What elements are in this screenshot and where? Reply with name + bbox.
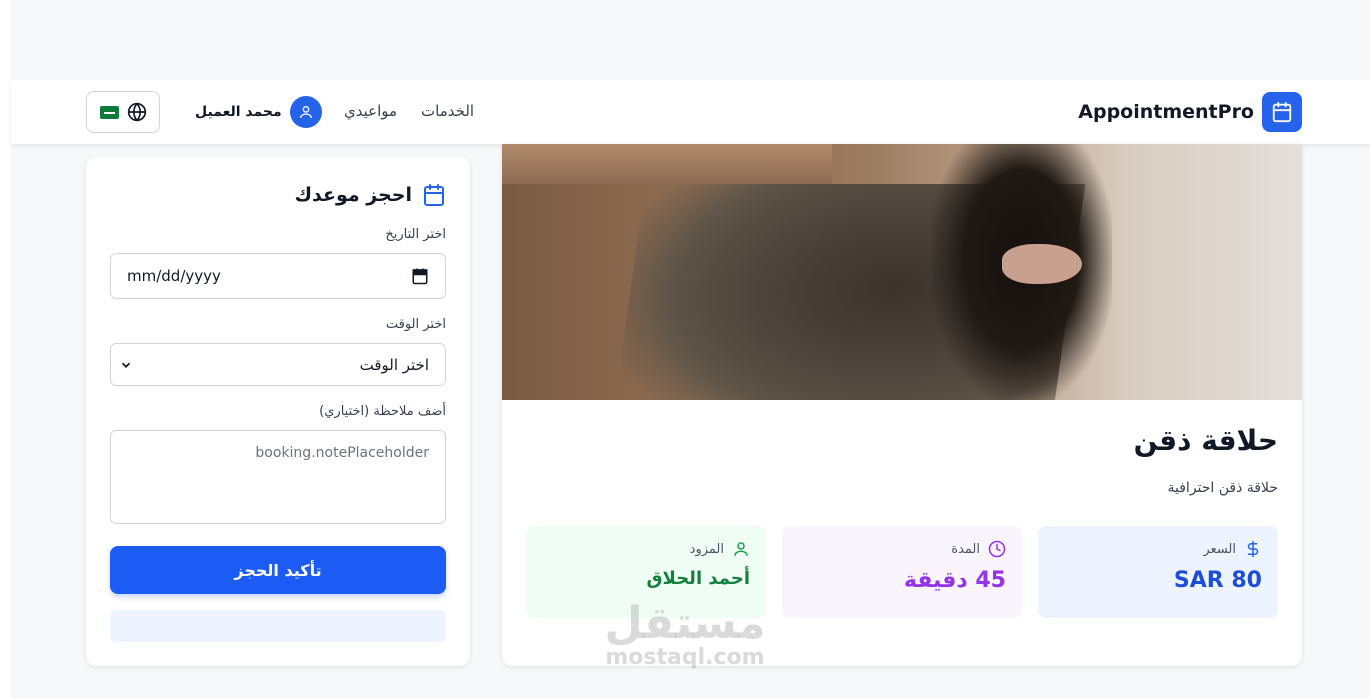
- note-textarea[interactable]: booking.notePlaceholder: [110, 430, 446, 524]
- price-label: السعر: [1203, 541, 1236, 557]
- clock-icon: [988, 540, 1006, 558]
- service-card: حلاقة ذقن حلاقة ذقن احترافية السعر SAR 8…: [502, 144, 1302, 666]
- dollar-icon: [1247, 540, 1259, 558]
- confirm-booking-button[interactable]: تأكيد الحجز: [110, 546, 446, 594]
- service-description: حلاقة ذقن احترافية: [1167, 480, 1279, 496]
- provider-value: أحمد الحلاق: [646, 568, 750, 589]
- service-image: [502, 144, 1302, 400]
- time-label: اختر الوقت: [385, 317, 446, 332]
- price-value: SAR 80: [1173, 568, 1262, 593]
- service-title: حلاقة ذقن: [1133, 424, 1278, 457]
- brand-name: AppointmentPro: [1078, 101, 1254, 123]
- top-navbar: AppointmentPro الخدمات مواعيدي محمد العم…: [11, 80, 1370, 144]
- user-menu[interactable]: محمد العميل: [195, 96, 322, 128]
- mostaql-watermark: مستقل mostaql.com: [604, 598, 766, 670]
- calendar-icon: [424, 184, 444, 206]
- duration-label: المدة: [951, 541, 980, 557]
- booking-header: احجز موعدك: [295, 183, 446, 207]
- nav-my-appointments[interactable]: مواعيدي: [344, 102, 397, 120]
- booking-title: احجز موعدك: [294, 184, 412, 206]
- date-value: mm/dd/yyyy: [127, 267, 221, 285]
- globe-icon: [127, 102, 146, 122]
- calendar-picker-icon[interactable]: [411, 267, 429, 285]
- date-input[interactable]: mm/dd/yyyy: [110, 253, 446, 299]
- language-switcher[interactable]: [86, 91, 160, 133]
- chevron-down-icon: [121, 362, 131, 368]
- time-select[interactable]: اختر الوقت: [110, 343, 446, 386]
- saudi-flag-icon: [99, 105, 119, 119]
- calendar-icon: [1262, 92, 1302, 132]
- duration-stat: المدة 45 دقيقة: [782, 526, 1022, 618]
- main-nav: الخدمات مواعيدي: [344, 102, 474, 120]
- user-name: محمد العميل: [195, 104, 282, 120]
- note-placeholder: booking.notePlaceholder: [255, 445, 429, 461]
- note-label: أضف ملاحظة (اختياري): [319, 404, 446, 419]
- user-icon: [289, 96, 322, 128]
- brand[interactable]: AppointmentPro: [1078, 92, 1302, 132]
- left-strip: [0, 0, 11, 698]
- duration-value: 45 دقيقة: [903, 568, 1006, 593]
- info-bar: [110, 610, 446, 642]
- provider-label: المزود: [689, 541, 724, 557]
- price-stat: السعر SAR 80: [1038, 526, 1278, 618]
- user-icon: [734, 542, 748, 556]
- date-label: اختر التاريخ: [385, 227, 446, 242]
- nav-services[interactable]: الخدمات: [421, 102, 474, 120]
- time-selected-value: اختر الوقت: [359, 355, 429, 374]
- booking-panel: احجز موعدك اختر التاريخ mm/dd/yyyy اختر …: [86, 157, 470, 666]
